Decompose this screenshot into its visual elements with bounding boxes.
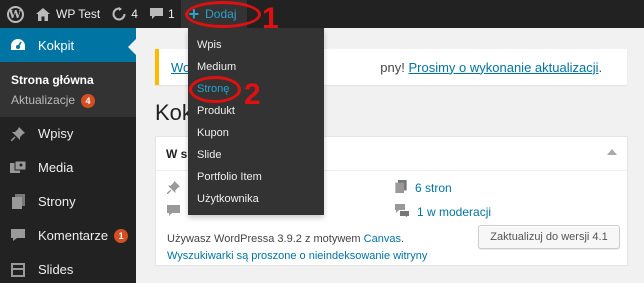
widget-title: W s [166,146,188,161]
dashboard-submenu: Strona główna Aktualizacje 4 [0,62,136,117]
pushpin-icon [166,181,180,197]
pages-count: 6 stron [415,181,452,195]
annotation-circle-1 [185,1,261,28]
pages-count-row[interactable]: 6 stron [395,180,452,196]
notice-text: pny! [380,59,405,75]
comments-badge: 1 [114,228,129,243]
updates-link[interactable]: 4 [106,0,144,28]
comment-bubble-icon [149,8,163,20]
pages-icon [8,194,28,210]
sidebar-item-label: Kokpit [38,37,75,53]
dropdown-item-coupon[interactable]: Kupon [188,122,324,144]
sidebar-item-slides[interactable]: Slides [0,253,136,283]
sidebar-item-dashboard[interactable]: Kokpit [0,28,136,62]
comments-count-row [167,205,188,220]
dropdown-item-slide[interactable]: Slide [188,144,324,166]
comment-bubble-icon [167,205,180,220]
sidebar-item-label: Wpisy [38,126,74,142]
sidebar-item-posts[interactable]: Wpisy [0,117,136,151]
media-icon [8,160,28,175]
notice-suffix: . [598,59,603,75]
comments-icon [8,229,28,242]
site-name: WP Test [56,7,101,21]
sidebar-item-label: Komentarze [38,228,109,244]
dropdown-item-post[interactable]: Wpis [188,34,324,56]
dropdown-item-user[interactable]: Użytkownika [188,188,324,210]
upgrade-button[interactable]: Zaktualizuj do wersji 4.1 [478,225,620,249]
posts-count-row [166,181,188,197]
updates-badge: 4 [81,93,96,108]
comments-moderation-icon [395,204,409,220]
sidebar-item-label: Slides [38,262,74,278]
sidebar-item-media[interactable]: Media [0,151,136,185]
pushpin-icon [8,126,28,141]
dropdown-item-portfolio[interactable]: Portfolio Item [188,166,324,188]
new-content-dropdown: Wpis Medium Stronę Produkt Kupon Slide P… [188,28,324,215]
sidebar-item-label: Strony [38,194,76,210]
home-icon [36,7,50,21]
theme-link[interactable]: Canvas [364,233,401,245]
submenu-item-label: Aktualizacje [11,93,76,107]
current-menu-arrow [128,39,136,55]
submenu-item-home[interactable]: Strona główna [0,70,136,90]
annotation-circle-2 [189,76,241,103]
collapse-arrow-icon[interactable] [607,149,617,155]
version-info: Używasz WordPressa 3.9.2 z motywem Canva… [167,233,404,245]
moderation-count: 1 w moderacji [417,205,492,219]
sidebar-item-pages[interactable]: Strony [0,185,136,219]
admin-sidebar: Kokpit Strona główna Aktualizacje 4 Wpisy… [0,28,136,283]
update-request-link[interactable]: Prosimy o wykonanie aktualizacji [408,60,598,75]
wordpress-logo-icon[interactable]: W [0,0,30,28]
slides-icon [8,262,28,277]
annotation-number-2: 2 [244,78,261,111]
comments-link[interactable]: 1 [144,0,181,28]
dropdown-item-media[interactable]: Medium [188,56,324,78]
submenu-item-updates[interactable]: Aktualizacje 4 [0,90,136,111]
pages-icon [395,180,407,196]
dashboard-icon [8,38,28,52]
sidebar-item-label: Media [38,160,74,176]
admin-bar: W WP Test 4 1 + Dodaj [0,0,644,28]
site-name-link[interactable]: WP Test [30,0,106,28]
annotation-number-1: 1 [262,2,279,35]
search-engines-notice[interactable]: Wyszukiwarki są proszone o nieindeksowan… [167,250,427,262]
version-text: Używasz WordPressa 3.9.2 z motywem [167,233,361,245]
comments-count: 1 [167,7,175,21]
updates-count: 4 [131,7,138,21]
sidebar-item-comments[interactable]: Komentarze 1 [0,219,136,253]
refresh-icon [112,7,126,21]
moderation-row[interactable]: 1 w moderacji [395,204,491,220]
